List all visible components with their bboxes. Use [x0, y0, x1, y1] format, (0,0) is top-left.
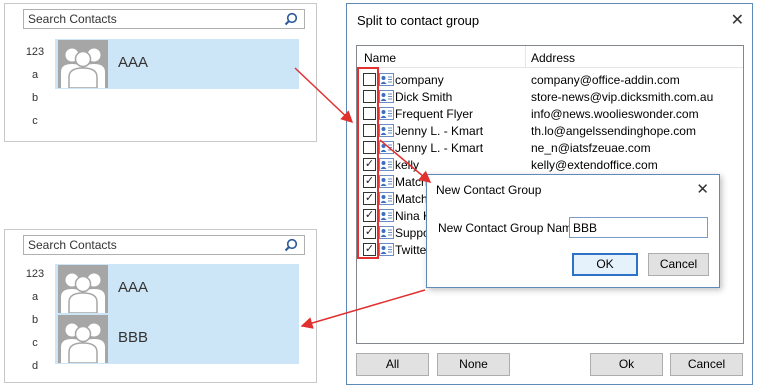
search-icon[interactable]: [284, 12, 298, 26]
row-address: kelly@extendoffice.com: [531, 158, 658, 172]
list-row[interactable]: company company@office-addin.com: [357, 71, 743, 88]
row-address: info@news.woolieswonder.com: [531, 107, 699, 121]
row-name: Match: [395, 192, 428, 206]
alphabet-index: 123 a b c d: [25, 263, 45, 378]
contact-card-icon: [379, 90, 394, 103]
dialog-title: New Contact Group: [436, 183, 542, 197]
index-a[interactable]: a: [25, 64, 45, 87]
index-a[interactable]: a: [25, 286, 45, 309]
contact-card-bbb[interactable]: BBB: [55, 314, 299, 364]
group-name-label: New Contact Group Name:: [438, 221, 583, 235]
row-name: Match: [395, 175, 428, 189]
ok-button[interactable]: OK: [572, 253, 638, 276]
contact-card-icon: [379, 107, 394, 120]
row-name: kelly: [395, 158, 420, 172]
index-b[interactable]: b: [25, 309, 45, 332]
checkbox-highlight-box: [357, 67, 379, 259]
contacts-panel-before: Search Contacts 123 a b c AAA: [4, 3, 317, 142]
index-123[interactable]: 123: [25, 263, 45, 286]
column-divider[interactable]: [525, 46, 526, 68]
index-123[interactable]: 123: [25, 41, 45, 64]
contacts-panel-after: Search Contacts 123 a b c d AAA BBB: [4, 229, 317, 383]
contact-card-icon: [379, 73, 394, 86]
group-name-input[interactable]: [569, 217, 708, 238]
index-c[interactable]: c: [25, 110, 45, 133]
contact-card-icon: [379, 124, 394, 137]
row-name: Jenny L. - Kmart: [395, 124, 484, 138]
search-placeholder: Search Contacts: [28, 12, 117, 26]
row-address: ne_n@iatsfzeuae.com: [531, 141, 651, 155]
row-name: Dick Smith: [395, 90, 453, 104]
contact-card-icon: [379, 141, 394, 154]
ok-button[interactable]: Ok: [590, 353, 663, 376]
list-header: Name Address: [357, 46, 743, 68]
contact-name: AAA: [118, 54, 149, 71]
search-contacts-box[interactable]: Search Contacts: [23, 235, 305, 255]
select-all-button[interactable]: All: [356, 353, 429, 376]
new-contact-group-dialog: New Contact Group ✕ New Contact Group Na…: [426, 174, 720, 288]
row-address: th.lo@angelssendinghope.com: [531, 124, 696, 138]
index-d[interactable]: d: [25, 355, 45, 378]
list-row[interactable]: Jenny L. - Kmart th.lo@angelssendinghope.…: [357, 122, 743, 139]
cancel-button[interactable]: Cancel: [670, 353, 743, 376]
close-icon[interactable]: ✕: [696, 180, 709, 198]
index-b[interactable]: b: [25, 87, 45, 110]
row-address: store-news@vip.dicksmith.com.au: [531, 90, 714, 104]
dialog-title: Split to contact group: [357, 13, 480, 28]
list-row[interactable]: Jenny L. - Kmart ne_n@iatsfzeuae.com: [357, 139, 743, 156]
contact-card-aaa[interactable]: AAA: [55, 264, 299, 314]
search-contacts-box[interactable]: Search Contacts: [23, 9, 305, 29]
contact-name: BBB: [118, 329, 149, 346]
list-row[interactable]: ✓ kelly kelly@extendoffice.com: [357, 156, 743, 173]
alphabet-index: 123 a b c: [25, 41, 45, 133]
contact-card-aaa[interactable]: AAA: [55, 39, 299, 89]
row-address: company@office-addin.com: [531, 73, 680, 87]
contact-card-icon: [379, 175, 394, 188]
contact-card-icon: [379, 226, 394, 239]
cancel-button[interactable]: Cancel: [648, 253, 709, 276]
contact-card-icon: [379, 192, 394, 205]
index-c[interactable]: c: [25, 332, 45, 355]
column-header-address[interactable]: Address: [531, 51, 575, 65]
contact-card-icon: [379, 158, 394, 171]
search-placeholder: Search Contacts: [28, 238, 117, 252]
contact-name: AAA: [118, 279, 149, 296]
contact-group-avatar-icon: [58, 40, 108, 88]
row-name: company: [395, 73, 444, 87]
contact-group-avatar-icon: [58, 265, 108, 313]
row-name: Jenny L. - Kmart: [395, 141, 484, 155]
contact-group-avatar-icon: [58, 315, 108, 363]
search-icon[interactable]: [284, 238, 298, 252]
row-name: Frequent Flyer: [395, 107, 474, 121]
list-row[interactable]: Frequent Flyer info@news.woolieswonder.co…: [357, 105, 743, 122]
contact-card-icon: [379, 209, 394, 222]
list-row[interactable]: Dick Smith store-news@vip.dicksmith.com.a…: [357, 88, 743, 105]
contact-card-icon: [379, 243, 394, 256]
column-header-name[interactable]: Name: [364, 51, 396, 65]
close-icon[interactable]: ✕: [731, 10, 744, 30]
select-none-button[interactable]: None: [437, 353, 510, 376]
